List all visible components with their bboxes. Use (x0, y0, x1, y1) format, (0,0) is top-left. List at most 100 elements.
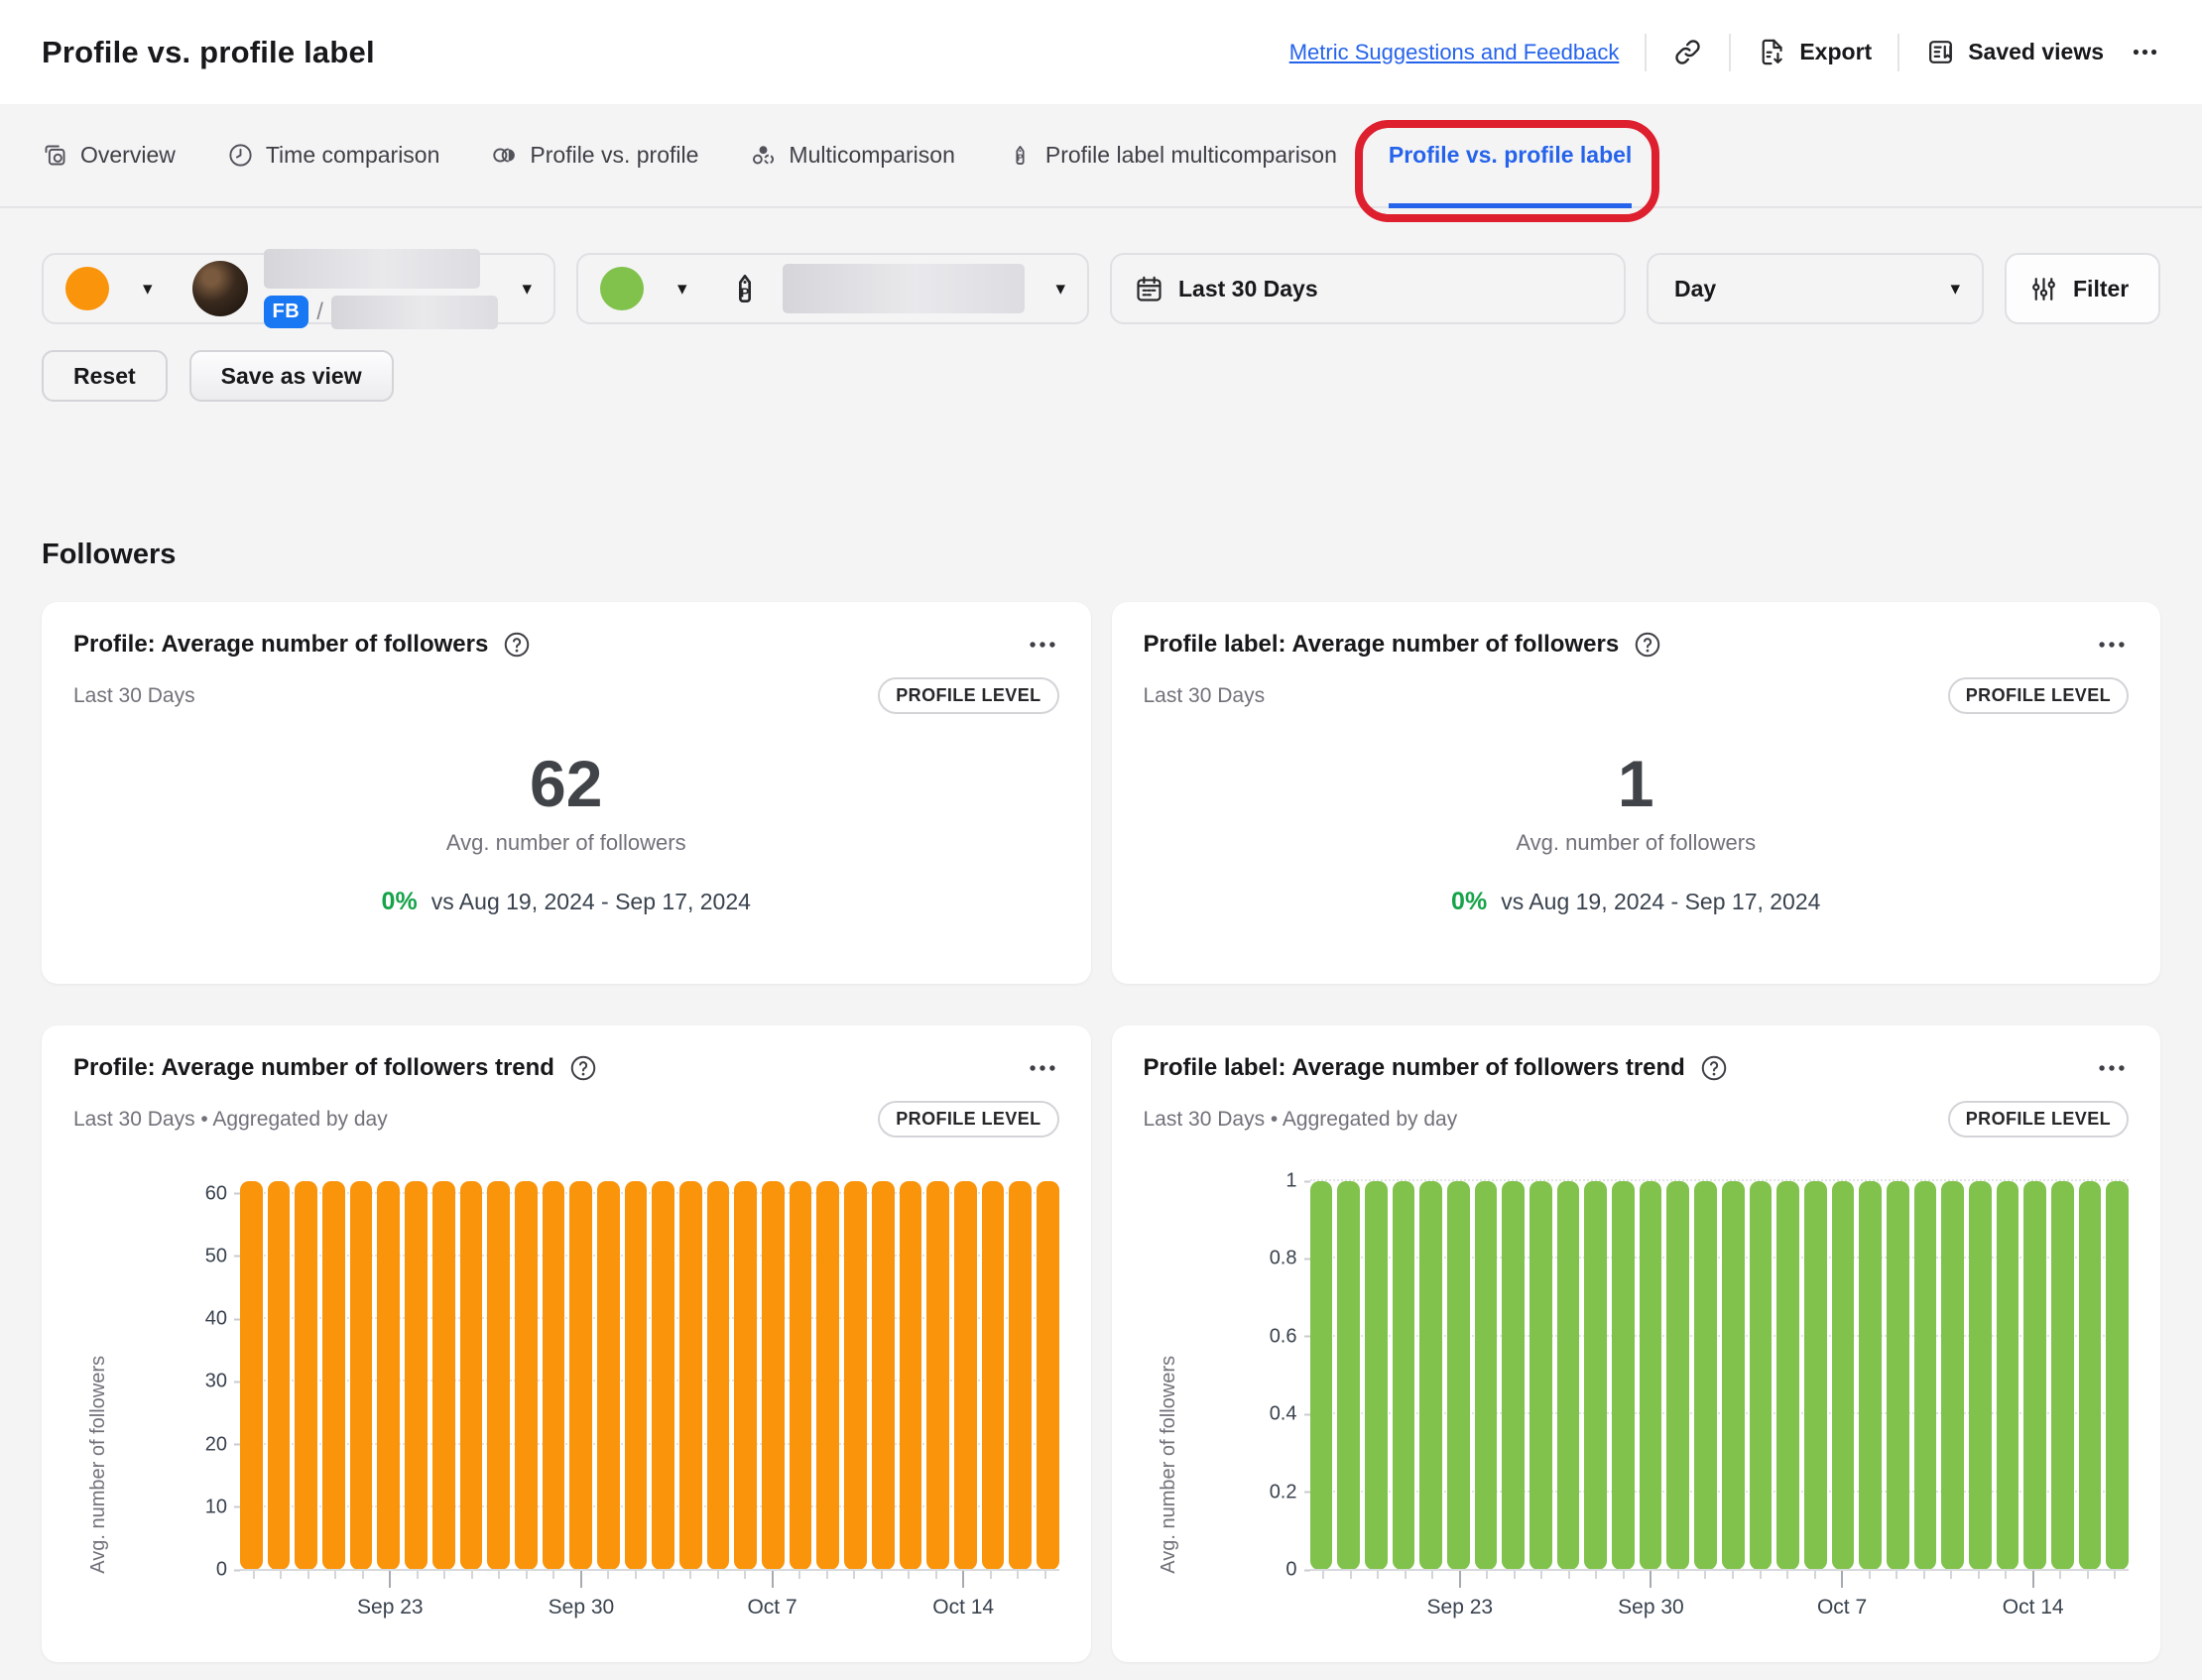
tab-label: Overview (80, 142, 176, 169)
bar[interactable] (1914, 1181, 1937, 1570)
save-as-view-button[interactable]: Save as view (189, 350, 394, 402)
bar[interactable] (679, 1181, 702, 1570)
filter-button[interactable]: Filter (2005, 253, 2160, 324)
bar[interactable] (377, 1181, 400, 1570)
tab-time-comparison[interactable]: Time comparison (227, 104, 440, 206)
card-menu-button[interactable] (1026, 1051, 1059, 1085)
profile-color-swatch[interactable] (65, 267, 109, 310)
bar[interactable] (844, 1181, 867, 1570)
y-tick-label: 1 (1285, 1170, 1309, 1193)
profile-label-selector[interactable]: ▾ P ▾ (576, 253, 1089, 324)
metric-suggestions-link[interactable]: Metric Suggestions and Feedback (1289, 40, 1620, 65)
bar[interactable] (1475, 1181, 1498, 1570)
bar[interactable] (240, 1181, 263, 1570)
card-menu-button[interactable] (1026, 628, 1059, 661)
tab-multicomparison[interactable]: Multicomparison (750, 104, 954, 206)
more-menu-button[interactable] (2130, 37, 2160, 67)
bar[interactable] (1502, 1181, 1525, 1570)
bar[interactable] (1776, 1181, 1799, 1570)
ellipsis-icon (1026, 628, 1059, 661)
bar[interactable] (2079, 1181, 2102, 1570)
bar[interactable] (597, 1181, 620, 1570)
plot-area (240, 1181, 1059, 1570)
bar[interactable] (954, 1181, 977, 1570)
bar[interactable] (1529, 1181, 1552, 1570)
bar[interactable] (1832, 1181, 1855, 1570)
bar[interactable] (1310, 1181, 1333, 1570)
bar[interactable] (1447, 1181, 1470, 1570)
bar[interactable] (1722, 1181, 1745, 1570)
bar[interactable] (1365, 1181, 1388, 1570)
bar[interactable] (268, 1181, 291, 1570)
bar[interactable] (926, 1181, 949, 1570)
bar[interactable] (1997, 1181, 2019, 1570)
card-menu-button[interactable] (2095, 1051, 2129, 1085)
y-tick-label: 0 (1285, 1559, 1309, 1582)
bar[interactable] (487, 1181, 510, 1570)
copy-link-button[interactable] (1672, 37, 1703, 67)
redacted-label-name (783, 264, 1025, 313)
bar[interactable] (734, 1181, 757, 1570)
bar[interactable] (515, 1181, 538, 1570)
bar[interactable] (982, 1181, 1005, 1570)
help-icon[interactable] (568, 1053, 598, 1083)
bar[interactable] (460, 1181, 483, 1570)
redacted-text (331, 296, 498, 329)
bar[interactable] (1419, 1181, 1442, 1570)
profile-selector[interactable]: ▾ FB / ▾ (42, 253, 555, 324)
bar[interactable] (1584, 1181, 1607, 1570)
bar[interactable] (1640, 1181, 1662, 1570)
bar[interactable] (652, 1181, 674, 1570)
reset-button[interactable]: Reset (42, 350, 168, 402)
granularity-selector[interactable]: Day ▾ (1647, 253, 1984, 324)
bar[interactable] (1612, 1181, 1635, 1570)
bar[interactable] (1750, 1181, 1773, 1570)
bar[interactable] (2023, 1181, 2046, 1570)
bar[interactable] (322, 1181, 345, 1570)
export-button[interactable]: Export (1757, 37, 1872, 67)
bar[interactable] (2106, 1181, 2129, 1570)
bar[interactable] (707, 1181, 730, 1570)
bar[interactable] (1694, 1181, 1717, 1570)
card-menu-button[interactable] (2095, 628, 2129, 661)
bar[interactable] (2051, 1181, 2074, 1570)
bar-series (240, 1181, 1059, 1570)
bar[interactable] (350, 1181, 373, 1570)
bar[interactable] (1037, 1181, 1059, 1570)
bar[interactable] (1557, 1181, 1580, 1570)
bar[interactable] (816, 1181, 839, 1570)
bar[interactable] (1941, 1181, 1964, 1570)
bar[interactable] (1887, 1181, 1909, 1570)
label-color-swatch[interactable] (600, 267, 644, 310)
bar[interactable] (1337, 1181, 1360, 1570)
bar[interactable] (900, 1181, 922, 1570)
bar[interactable] (762, 1181, 785, 1570)
bar[interactable] (295, 1181, 317, 1570)
bar[interactable] (1969, 1181, 1992, 1570)
help-icon[interactable] (502, 630, 532, 660)
label-tag-icon: P (1007, 142, 1034, 169)
bar[interactable] (543, 1181, 565, 1570)
bar[interactable] (625, 1181, 648, 1570)
help-icon[interactable] (1699, 1053, 1729, 1083)
help-icon[interactable] (1633, 630, 1662, 660)
card-period: Last 30 Days (73, 684, 195, 708)
tab-profile-label-multicomparison[interactable]: P Profile label multicomparison (1007, 104, 1337, 206)
bar[interactable] (1859, 1181, 1882, 1570)
bar[interactable] (872, 1181, 895, 1570)
date-range-selector[interactable]: Last 30 Days (1110, 253, 1626, 324)
bar[interactable] (1666, 1181, 1689, 1570)
bar[interactable] (432, 1181, 455, 1570)
bar[interactable] (1804, 1181, 1827, 1570)
bar[interactable] (405, 1181, 428, 1570)
tab-overview[interactable]: Overview (42, 104, 176, 206)
tab-profile-vs-profile-label[interactable]: Profile vs. profile label (1389, 104, 1632, 206)
kpi-label: Avg. number of followers (446, 830, 686, 856)
tab-profile-vs-profile[interactable]: Profile vs. profile (491, 104, 698, 206)
bar[interactable] (1009, 1181, 1032, 1570)
bar[interactable] (790, 1181, 812, 1570)
bar[interactable] (1393, 1181, 1415, 1570)
bar[interactable] (569, 1181, 592, 1570)
saved-views-button[interactable]: Saved views (1925, 37, 2104, 67)
chart-card-label-trend: Profile label: Average number of followe… (1112, 1025, 2161, 1662)
